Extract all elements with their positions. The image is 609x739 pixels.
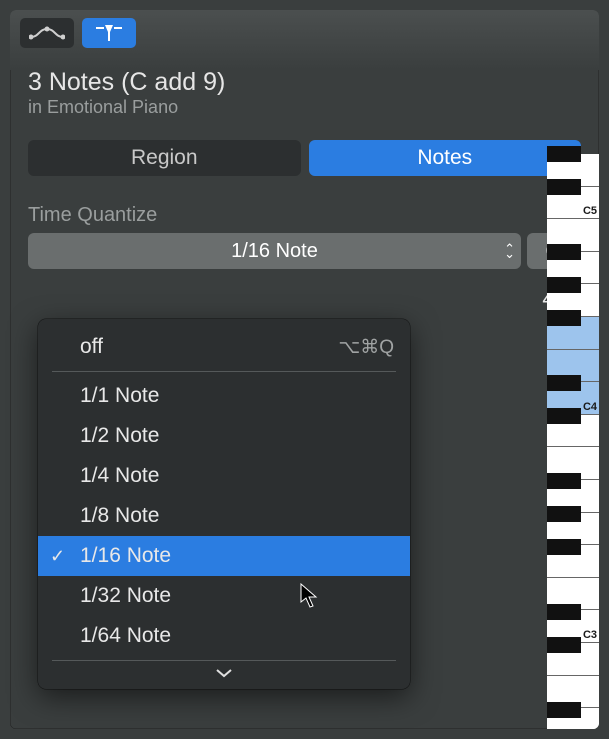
quantize-menu-item[interactable]: 1/2 Note [38,416,410,456]
piano-key-black[interactable] [547,539,581,555]
track-subtitle: in Emotional Piano [28,97,581,118]
quantize-menu-item[interactable]: ✓ 1/16 Note [38,536,410,576]
curve-icon [29,25,65,41]
menu-divider [52,660,396,661]
key-label-c5: C5 [583,205,597,217]
filter-tool-button[interactable] [82,18,136,48]
menu-item-label: 1/1 Note [80,384,159,408]
menu-item-shortcut: ⌥⌘Q [338,336,394,359]
piano-keyboard[interactable]: C5 C4 C3 [547,154,599,729]
menu-item-label: 1/32 Note [80,584,171,608]
piano-key-black[interactable] [547,702,581,718]
piano-key-black[interactable] [547,506,581,522]
key-label-c4: C4 [583,401,597,413]
menu-item-label: 1/8 Note [80,504,159,528]
menu-divider [52,371,396,372]
tab-region[interactable]: Region [28,140,301,176]
menu-item-label: 1/16 Note [80,544,171,568]
chevron-down-icon [215,667,233,679]
piano-key-black[interactable] [547,473,581,489]
piano-key-black[interactable] [547,604,581,620]
menu-item-label: 1/2 Note [80,424,159,448]
piano-key-black[interactable] [547,277,581,293]
quantize-value-select[interactable]: 1/16 Note ⌃ ⌄ [28,233,521,269]
quantize-menu-item[interactable]: 1/4 Note [38,456,410,496]
piano-key-black[interactable] [547,179,581,195]
quantize-menu-item[interactable]: 1/32 Note [38,576,410,616]
tab-notes[interactable]: Notes [309,140,582,176]
selection-title: 3 Notes (C add 9) [28,68,581,97]
piano-key-black[interactable] [547,310,581,326]
menu-item-label: 1/64 Note [80,624,171,648]
quantize-menu-item[interactable]: 1/8 Note [38,496,410,536]
piano-key-black[interactable] [547,146,581,162]
piano-key-black[interactable] [547,375,581,391]
filter-pin-icon [92,23,126,43]
quantize-menu-item[interactable]: 1/1 Note [38,376,410,416]
quantize-menu-item[interactable]: 1/64 Note [38,616,410,656]
menu-item-label: 1/4 Note [80,464,159,488]
key-label-c3: C3 [583,629,597,641]
automation-curve-tool-button[interactable] [20,18,74,48]
menu-more-button[interactable] [38,665,410,681]
piano-key-black[interactable] [547,408,581,424]
time-quantize-label: Time Quantize [10,182,599,233]
piano-key-black[interactable] [547,244,581,260]
piano-key-black[interactable] [547,637,581,653]
quantize-menu-item-off[interactable]: off ⌥⌘Q [38,327,410,367]
checkmark-icon: ✓ [50,546,65,567]
menu-item-label: off [80,335,103,359]
stepper-updown-icon: ⌃ ⌄ [504,246,515,256]
quantize-dropdown-menu: off ⌥⌘Q 1/1 Note 1/2 Note 1/4 Note 1/8 Note… [38,319,410,689]
quantize-selected-value: 1/16 Note [231,240,318,263]
